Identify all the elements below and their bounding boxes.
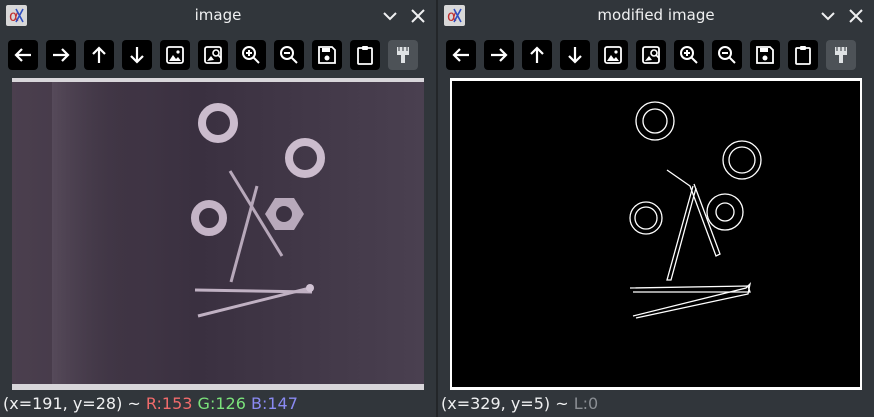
image-icon — [604, 46, 622, 64]
zoom-in-button[interactable] — [674, 40, 704, 70]
arrow-right-icon — [53, 48, 70, 62]
green-value: G:126 — [197, 394, 246, 413]
zoom-out-button[interactable] — [712, 40, 742, 70]
app-logo-icon: α — [6, 5, 27, 26]
properties-button[interactable] — [826, 40, 856, 70]
window-title: modified image — [597, 6, 715, 24]
clipboard-icon — [795, 46, 811, 65]
toolbar — [8, 40, 418, 70]
save-button[interactable] — [312, 40, 342, 70]
toolbar — [446, 40, 856, 70]
pan-up-button[interactable] — [84, 40, 114, 70]
zoom-in-icon — [242, 46, 260, 64]
zoom-out-icon — [718, 46, 736, 64]
paint-brush-icon — [397, 47, 409, 63]
zoom-out-icon — [280, 46, 298, 64]
pan-left-button[interactable] — [446, 40, 476, 70]
status-bar: (x=329, y=5) ~ L:0 — [441, 394, 598, 413]
image-search-icon — [204, 46, 222, 64]
save-icon — [318, 46, 336, 64]
close-button[interactable] — [408, 6, 428, 26]
arrow-right-icon — [491, 48, 508, 62]
cursor-coordinates: (x=329, y=5) ~ — [441, 394, 569, 413]
pan-down-button[interactable] — [122, 40, 152, 70]
copy-clipboard-button[interactable] — [350, 40, 380, 70]
image-canvas[interactable] — [12, 78, 424, 390]
save-button[interactable] — [750, 40, 780, 70]
arrow-up-icon — [92, 46, 106, 63]
pan-up-button[interactable] — [522, 40, 552, 70]
close-button[interactable] — [846, 6, 866, 26]
source-photo — [12, 78, 424, 390]
app-logo-icon: α — [444, 5, 465, 26]
modified-image-canvas[interactable] — [450, 78, 862, 390]
luminance-value: L:0 — [573, 394, 599, 413]
edge-detection-result — [452, 81, 860, 387]
arrow-down-icon — [568, 47, 582, 64]
status-bar: (x=191, y=28) ~ R:153 G:126 B:147 — [3, 394, 298, 413]
arrow-left-icon — [14, 48, 31, 62]
red-value: R:153 — [145, 394, 193, 413]
svg-text:α: α — [447, 7, 457, 25]
title-bar[interactable]: α image — [0, 0, 436, 32]
zoom-fit-button[interactable] — [160, 40, 190, 70]
blue-value: B:147 — [250, 394, 298, 413]
minimize-button[interactable] — [818, 6, 838, 26]
chevron-down-icon — [383, 12, 397, 21]
chevron-down-icon — [821, 12, 835, 21]
pan-right-button[interactable] — [484, 40, 514, 70]
paint-brush-icon — [835, 47, 847, 63]
zoom-out-button[interactable] — [274, 40, 304, 70]
svg-text:α: α — [9, 7, 19, 25]
zoom-original-button[interactable] — [198, 40, 228, 70]
arrow-up-icon — [530, 46, 544, 63]
pan-right-button[interactable] — [46, 40, 76, 70]
arrow-left-icon — [452, 48, 469, 62]
properties-button[interactable] — [388, 40, 418, 70]
arrow-down-icon — [130, 47, 144, 64]
pan-down-button[interactable] — [560, 40, 590, 70]
close-icon — [411, 9, 425, 23]
image-search-icon — [642, 46, 660, 64]
close-icon — [849, 9, 863, 23]
zoom-in-button[interactable] — [236, 40, 266, 70]
clipboard-icon — [357, 46, 373, 65]
cursor-coordinates: (x=191, y=28) ~ — [3, 394, 141, 413]
minimize-button[interactable] — [380, 6, 400, 26]
image-window: α image (x=191, y=28) ~ R:153 G:126 B:14… — [0, 0, 436, 417]
zoom-fit-button[interactable] — [598, 40, 628, 70]
zoom-in-icon — [680, 46, 698, 64]
pan-left-button[interactable] — [8, 40, 38, 70]
zoom-original-button[interactable] — [636, 40, 666, 70]
save-icon — [756, 46, 774, 64]
copy-clipboard-button[interactable] — [788, 40, 818, 70]
title-bar[interactable]: α modified image — [438, 0, 874, 32]
image-icon — [166, 46, 184, 64]
modified-image-window: α modified image (x=329, y=5) ~ L:0 — [438, 0, 874, 417]
window-title: image — [194, 6, 242, 24]
